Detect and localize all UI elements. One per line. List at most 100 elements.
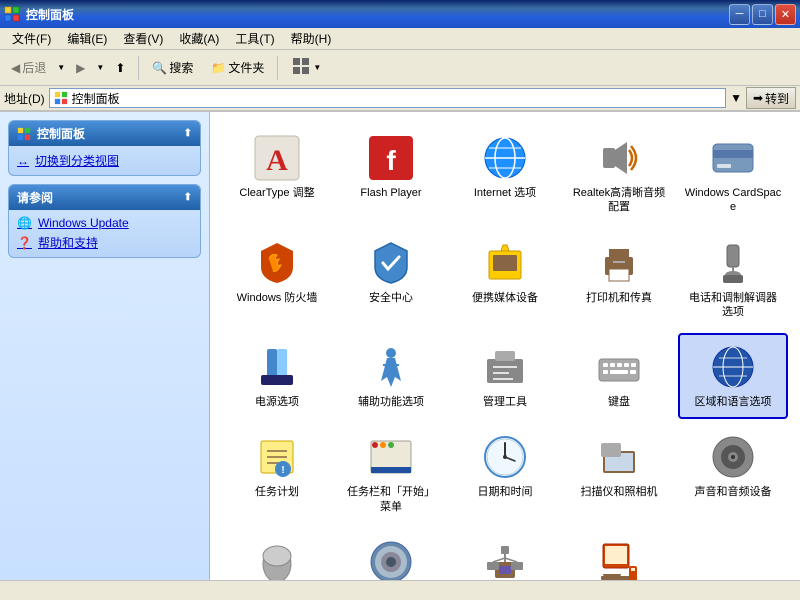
menu-edit[interactable]: 编辑(E): [59, 28, 115, 49]
collapse-icon: ⬆: [184, 128, 192, 139]
go-button[interactable]: ➡ 转到: [746, 87, 796, 109]
icon-item-power[interactable]: 电源选项: [222, 333, 332, 419]
icon-item-datetime[interactable]: 日期和时间: [450, 423, 560, 524]
title-bar-buttons: ─ □ ✕: [729, 4, 796, 25]
close-button[interactable]: ✕: [775, 4, 796, 25]
icon-item-audio[interactable]: Realtek高清晰音频配置: [564, 124, 674, 225]
sidebar-section-seealso: 请参阅 ⬆ 🌐 Windows Update ❓ 帮助和支持: [8, 184, 201, 258]
views-dropdown-icon[interactable]: ▼: [313, 63, 321, 72]
sidebar-section-content-controlpanel: ↔ 切换到分类视图: [9, 146, 200, 175]
modem-icon: [709, 239, 757, 287]
icon-item-network[interactable]: 网络连接: [450, 528, 560, 580]
icon-item-taskbar[interactable]: 任务栏和「开始」菜单: [336, 423, 446, 524]
views-button[interactable]: ▼: [284, 52, 328, 83]
title-bar: 控制面板 ─ □ ✕: [0, 0, 800, 28]
back-label: 后退: [22, 59, 46, 76]
icon-item-system[interactable]: 系统: [564, 528, 674, 580]
menu-favorites[interactable]: 收藏(A): [171, 28, 227, 49]
address-label: 地址(D): [4, 90, 45, 107]
menu-tools[interactable]: 工具(T): [227, 28, 282, 49]
menu-help[interactable]: 帮助(H): [283, 28, 340, 49]
toolbar: ◀ 后退 ▼ ▶ ▼ ⬆ 🔍 搜索 📁 文件夹 ▼: [0, 50, 800, 86]
icon-item-region[interactable]: 区域和语言选项: [678, 333, 788, 419]
icon-item-portable[interactable]: 便携媒体设备: [450, 229, 560, 330]
address-value: 控制面板: [72, 90, 120, 107]
switch-view-link[interactable]: ↔ 切换到分类视图: [17, 152, 192, 169]
windows-update-link[interactable]: 🌐 Windows Update: [17, 216, 192, 230]
main-area: 控制面板 ⬆ ↔ 切换到分类视图 请参阅 ⬆ 🌐 Windows Update: [0, 112, 800, 580]
portable-icon: [481, 239, 529, 287]
icon-item-mouse[interactable]: 鼠标: [222, 528, 332, 580]
views-icon: [291, 56, 311, 79]
forward-dropdown-icon[interactable]: ▼: [96, 63, 104, 72]
back-button[interactable]: ◀ 后退: [4, 55, 53, 80]
help-support-icon: ❓: [17, 236, 32, 250]
icon-item-security[interactable]: 安全中心: [336, 229, 446, 330]
icon-item-addremove[interactable]: 添加或删除程序: [336, 528, 446, 580]
seealso-collapse-icon: ⬆: [184, 192, 192, 203]
menu-view[interactable]: 查看(V): [115, 28, 171, 49]
sidebar-section-header-seealso[interactable]: 请参阅 ⬆: [9, 185, 200, 210]
admin-label: 管理工具: [483, 395, 527, 409]
printer-icon: [595, 239, 643, 287]
audio-label: Realtek高清晰音频配置: [570, 186, 668, 215]
go-label: 转到: [765, 90, 789, 107]
address-dropdown-icon[interactable]: ▼: [730, 91, 742, 105]
seealso-title: 请参阅: [17, 189, 53, 206]
icons-grid: A ClearType 调整 f Flash Player Internet 选…: [218, 120, 792, 580]
icon-item-admin[interactable]: 管理工具: [450, 333, 560, 419]
svg-text:A: A: [266, 144, 288, 177]
access-icon: [367, 343, 415, 391]
icon-item-cardspace[interactable]: Windows CardSpace: [678, 124, 788, 225]
menu-bar: 文件(F) 编辑(E) 查看(V) 收藏(A) 工具(T) 帮助(H): [0, 28, 800, 50]
datetime-icon: [481, 433, 529, 481]
address-field[interactable]: 控制面板: [49, 88, 726, 108]
icon-item-sound[interactable]: 声音和音频设备: [678, 423, 788, 524]
address-bar: 地址(D) 控制面板 ▼ ➡ 转到: [0, 86, 800, 112]
title-bar-icon: [4, 6, 20, 22]
keyboard-label: 键盘: [608, 395, 630, 409]
icon-item-keyboard[interactable]: 键盘: [564, 333, 674, 419]
help-support-link[interactable]: ❓ 帮助和支持: [17, 234, 192, 251]
icon-item-tasks[interactable]: ! 任务计划: [222, 423, 332, 524]
printer-label: 打印机和传真: [586, 291, 652, 305]
folders-button[interactable]: 📁 文件夹: [204, 55, 271, 80]
go-arrow-icon: ➡: [753, 91, 763, 105]
back-dropdown-icon[interactable]: ▼: [57, 63, 65, 72]
switch-view-label: 切换到分类视图: [35, 152, 119, 169]
title-bar-left: 控制面板: [4, 6, 74, 23]
audio-icon: [595, 134, 643, 182]
up-arrow-icon: ⬆: [115, 61, 125, 75]
power-label: 电源选项: [255, 395, 299, 409]
icon-item-scanner[interactable]: 扫描仪和照相机: [564, 423, 674, 524]
controlpanel-small-icon: [17, 127, 31, 141]
sound-icon: [709, 433, 757, 481]
search-label: 搜索: [169, 59, 193, 76]
sidebar-section-header-controlpanel[interactable]: 控制面板 ⬆: [9, 121, 200, 146]
icon-item-flash[interactable]: f Flash Player: [336, 124, 446, 225]
taskbar-label: 任务栏和「开始」菜单: [342, 485, 440, 514]
search-button[interactable]: 🔍 搜索: [145, 55, 200, 80]
minimize-button[interactable]: ─: [729, 4, 750, 25]
icon-item-internet[interactable]: Internet 选项: [450, 124, 560, 225]
separator-2: [277, 56, 278, 80]
icon-item-access[interactable]: 辅助功能选项: [336, 333, 446, 419]
up-button[interactable]: ⬆: [108, 57, 132, 79]
cleartype-label: ClearType 调整: [239, 186, 314, 200]
controlpanel-section-title: 控制面板: [37, 125, 85, 142]
sidebar-section-content-seealso: 🌐 Windows Update ❓ 帮助和支持: [9, 210, 200, 257]
icon-item-firewall[interactable]: Windows 防火墙: [222, 229, 332, 330]
sidebar-section-controlpanel: 控制面板 ⬆ ↔ 切换到分类视图: [8, 120, 201, 176]
forward-button[interactable]: ▶: [69, 57, 92, 79]
back-arrow-icon: ◀: [11, 61, 20, 75]
icon-item-cleartype[interactable]: A ClearType 调整: [222, 124, 332, 225]
system-icon: [595, 538, 643, 580]
maximize-button[interactable]: □: [752, 4, 773, 25]
sound-label: 声音和音频设备: [695, 485, 772, 499]
icon-item-printer[interactable]: 打印机和传真: [564, 229, 674, 330]
cardspace-icon: [709, 134, 757, 182]
flash-label: Flash Player: [360, 186, 421, 200]
menu-file[interactable]: 文件(F): [4, 28, 59, 49]
firewall-icon: [253, 239, 301, 287]
icon-item-modem[interactable]: 电话和调制解调器选项: [678, 229, 788, 330]
